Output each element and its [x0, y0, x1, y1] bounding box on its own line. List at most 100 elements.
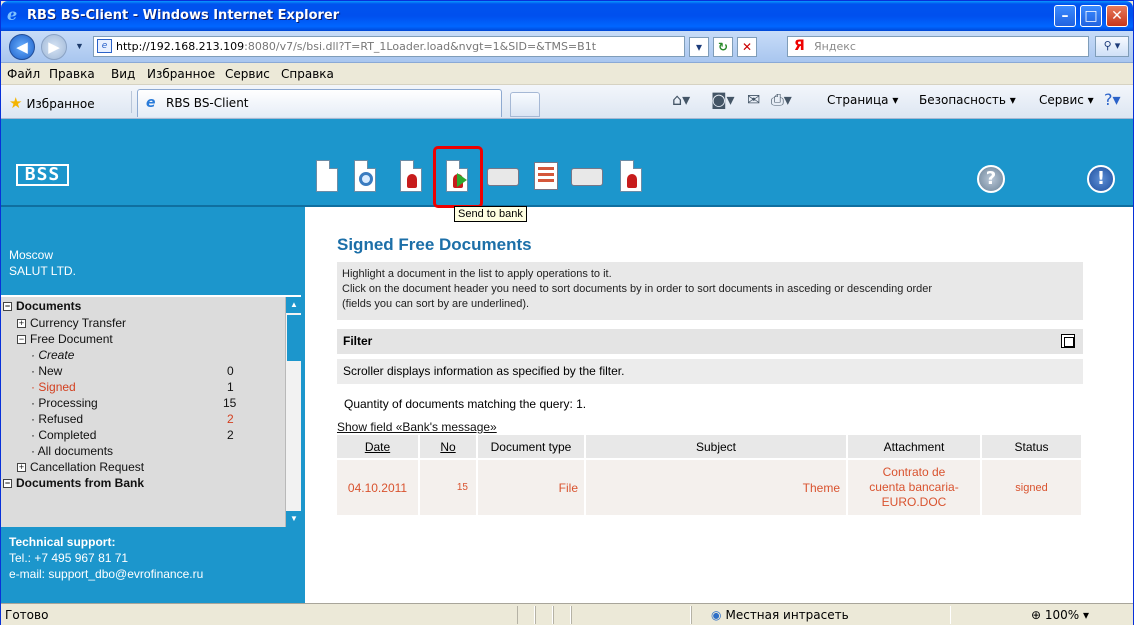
menu-help[interactable]: Справка	[281, 67, 334, 81]
tree-documents[interactable]: − Documents	[3, 298, 287, 314]
menu-edit[interactable]: Правка	[49, 67, 95, 81]
column-status: Status	[981, 435, 1083, 459]
new-tab-button[interactable]	[510, 92, 540, 117]
close-button[interactable]: ✕	[1106, 5, 1128, 27]
address-toolbar: ◀ ▶ ▼ e http://192.168.213.109:8080/v7/s…	[1, 31, 1133, 63]
filter-expand-icon[interactable]	[1061, 334, 1075, 348]
page-title: Signed Free Documents	[337, 235, 532, 254]
maximize-button[interactable]: □	[1080, 5, 1102, 27]
status-cell	[517, 606, 535, 624]
scrollbar-thumb[interactable]	[287, 315, 301, 361]
tools-menu[interactable]: Сервис ▾	[1039, 93, 1094, 107]
expand-icon[interactable]: +	[17, 319, 26, 329]
stop-button[interactable]: ✕	[737, 37, 757, 57]
tree-new[interactable]: · New 0	[31, 363, 315, 379]
security-menu[interactable]: Безопасность ▾	[919, 93, 1016, 107]
back-button[interactable]: ◀	[9, 34, 35, 60]
zoom-control[interactable]: ⊕ 100% ▾	[1031, 608, 1089, 622]
print-list-icon[interactable]	[571, 160, 603, 194]
tab-rbs-bs-client[interactable]: e RBS BS-Client	[137, 89, 502, 117]
cancel-signature-icon[interactable]	[617, 160, 645, 194]
send-to-bank-icon[interactable]	[443, 160, 471, 194]
tree-documents-from-bank[interactable]: − Documents from Bank	[3, 475, 287, 491]
bss-logo: BSS	[16, 164, 69, 186]
tab-title: RBS BS-Client	[166, 96, 249, 110]
print-document-icon[interactable]	[487, 160, 519, 194]
new-document-icon[interactable]	[313, 160, 341, 194]
favorites-button[interactable]: ★ Избранное	[9, 94, 95, 112]
status-text: Готово	[5, 608, 49, 622]
tree-signed[interactable]: · Signed 1	[31, 379, 315, 395]
scroller-note: Scroller displays information as specifi…	[337, 359, 1083, 384]
sign-document-icon[interactable]	[397, 160, 425, 194]
cell-attachment[interactable]: Contrato de cuenta bancaria- EURO.DOC	[847, 458, 982, 515]
search-placeholder: Яндекс	[814, 40, 856, 53]
expand-icon[interactable]: +	[17, 463, 26, 473]
alert-button[interactable]: !	[1087, 165, 1115, 193]
column-subject: Subject	[585, 435, 848, 459]
tree-free-document[interactable]: − Free Document	[17, 331, 301, 347]
search-button[interactable]: ⚲ ▾	[1095, 36, 1129, 57]
menu-favorites[interactable]: Избранное	[147, 67, 215, 81]
column-date[interactable]: Date	[337, 435, 420, 459]
tree-processing[interactable]: · Processing 15	[31, 395, 315, 411]
cell-status[interactable]: signed	[981, 458, 1083, 515]
minimize-button[interactable]: –	[1054, 5, 1076, 27]
org-city: Moscow	[9, 248, 54, 262]
security-zone[interactable]: ◉ Местная интрасеть	[711, 608, 849, 622]
url-path: :8080/v7/s/bsi.dll?T=RT_1Loader.load&nvg…	[244, 40, 597, 53]
tree-currency-transfer[interactable]: + Currency Transfer	[17, 315, 301, 331]
tree-cancellation-request[interactable]: + Cancellation Request	[17, 459, 301, 475]
column-no[interactable]: No	[419, 435, 478, 459]
print-icon[interactable]: ⎙▾	[771, 90, 792, 110]
tree-refused[interactable]: · Refused 2	[31, 411, 315, 427]
quantity-text: Quantity of documents matching the query…	[344, 397, 587, 411]
help-button[interactable]: ?	[977, 165, 1005, 193]
table-row[interactable]: 04.10.2011 15 File Theme Contrato de cue…	[337, 458, 1083, 515]
collapse-icon[interactable]: −	[17, 335, 26, 345]
column-attachment: Attachment	[847, 435, 982, 459]
info-box: Highlight a document in the list to appl…	[337, 262, 1083, 320]
search-input[interactable]: Я Яндекс	[787, 36, 1089, 57]
forward-button[interactable]: ▶	[41, 34, 67, 60]
cell-subject[interactable]: Theme	[585, 458, 848, 515]
help-icon[interactable]: ?▾	[1104, 90, 1121, 109]
show-bank-message-link[interactable]: Show field «Bank's message»	[337, 420, 497, 434]
count-processing: 15	[223, 396, 237, 410]
menu-view[interactable]: Вид	[111, 67, 135, 81]
home-icon[interactable]: ⌂▾	[672, 90, 690, 109]
feeds-icon[interactable]: ◙▾	[711, 90, 735, 109]
attachment-line: Contrato de	[882, 465, 946, 479]
address-dropdown-button[interactable]: ▾	[689, 37, 709, 57]
tree-all-documents[interactable]: · All documents	[31, 443, 315, 459]
tree-create[interactable]: · Create	[31, 347, 315, 363]
cell-date[interactable]: 04.10.2011	[337, 458, 420, 515]
page-menu[interactable]: Страница ▾	[827, 93, 898, 107]
collapse-icon[interactable]: −	[3, 302, 12, 312]
send-to-bank-tooltip: Send to bank	[454, 206, 527, 222]
menu-bar: Файл Правка Вид Избранное Сервис Справка	[1, 63, 1133, 85]
filter-panel[interactable]: Filter	[337, 329, 1083, 354]
collapse-icon[interactable]: −	[3, 479, 12, 489]
address-input[interactable]: e http://192.168.213.109:8080/v7/s/bsi.d…	[93, 36, 685, 57]
cell-document-type[interactable]: File	[477, 458, 586, 515]
sidebar: Moscow SALUT LTD. − Documents + Currency T…	[1, 207, 305, 603]
menu-tools[interactable]: Сервис	[225, 67, 270, 81]
attachment-line: EURO.DOC	[881, 495, 947, 509]
refresh-button[interactable]: ↻	[713, 37, 733, 57]
tree-completed[interactable]: · Completed 2	[31, 427, 315, 443]
app-content: BSS ? ! Moscow SALUT LTD. − Documents + Cu…	[1, 119, 1133, 603]
view-document-icon[interactable]	[351, 160, 379, 194]
history-dropdown-icon[interactable]: ▼	[75, 41, 84, 51]
export-icon[interactable]	[531, 160, 559, 194]
info-line: (fields you can sort by are underlined).	[342, 298, 530, 310]
mail-icon[interactable]: ✉	[747, 90, 760, 109]
tree-scrollbar[interactable]: ▲ ▼	[285, 297, 302, 527]
page-icon: e	[97, 39, 112, 53]
scroll-down-icon[interactable]: ▼	[286, 511, 302, 527]
count-completed: 2	[227, 428, 234, 442]
scroll-up-icon[interactable]: ▲	[286, 297, 302, 313]
menu-file[interactable]: Файл	[7, 67, 40, 81]
yandex-logo-icon: Я	[794, 38, 805, 54]
cell-no[interactable]: 15	[419, 458, 478, 515]
